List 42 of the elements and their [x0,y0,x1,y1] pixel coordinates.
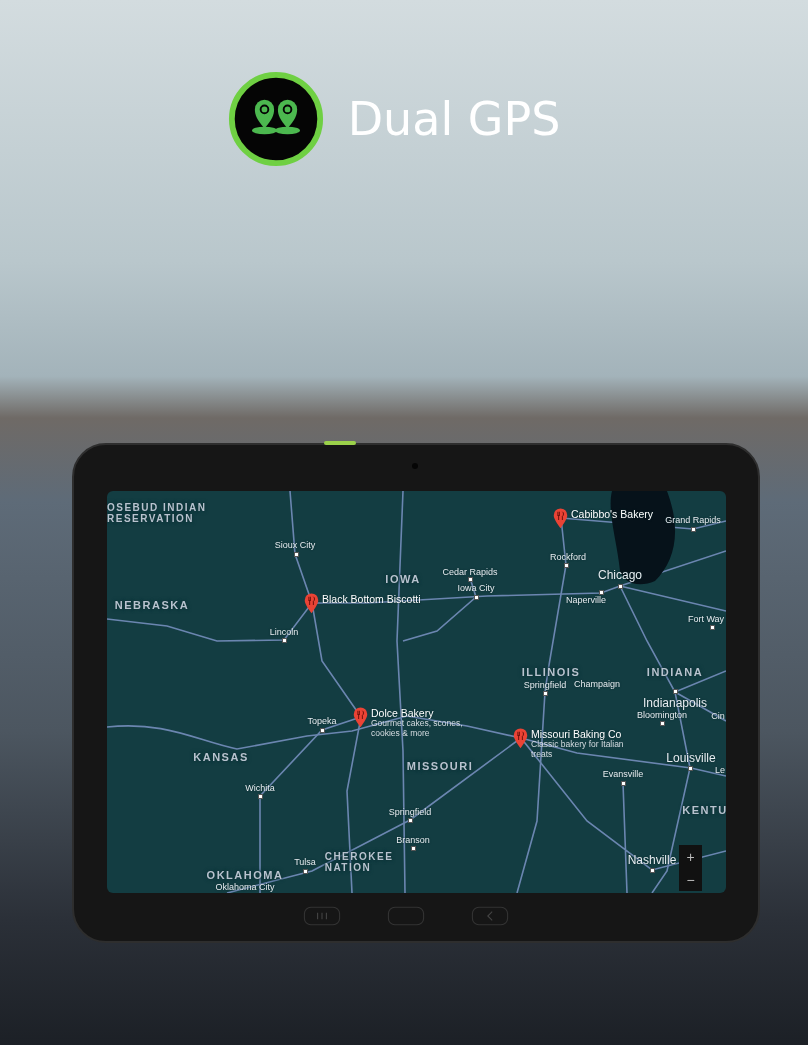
bakery-name[interactable]: Black Bottom Biscotti [322,593,421,605]
city-label: Cedar Rapids [442,567,498,577]
city-label: Topeka [307,716,337,726]
bakery-description: Classic bakery for Italian treats [531,740,625,759]
city-label: Tulsa [294,857,316,867]
city-label: Fort Way [687,614,725,624]
city-label: Naperville [566,595,606,605]
region-label: MISSOURI [406,760,474,772]
city-label: Cin [711,711,725,721]
app-title: Dual GPS [347,92,561,146]
city-label: Branson [396,835,430,845]
city-label: Springfield [388,807,432,817]
region-label: KANSAS [193,751,249,763]
city-label: Champaign [574,679,620,689]
region-label: NEBRASKA [114,599,190,611]
city-label: Oklahoma City [215,882,275,892]
city-label: Iowa City [457,583,495,593]
bakery-name[interactable]: Missouri Baking Co [531,728,635,740]
bakery-name[interactable]: Dolce Bakery [371,707,475,719]
city-label: Lincoln [269,627,299,637]
bakery-description: Gourmet cakes, scones, cookies & more [371,719,464,738]
restaurant-pin-icon[interactable] [513,728,528,749]
city-label: Sioux City [274,540,316,550]
restaurant-pin-icon[interactable] [553,508,568,529]
city-label: Evansville [602,769,644,779]
restaurant-pin-icon[interactable] [353,707,368,728]
city-label: Rockford [550,552,586,562]
city-label: Springfield [523,680,567,690]
city-label: Nashville [627,853,677,867]
city-label: Wichita [245,783,275,793]
city-label: Bloomington [637,710,687,720]
city-label: Indianapolis [642,696,708,710]
city-label: Louisville [666,751,716,765]
status-light [324,441,356,445]
dual-pin-logo-icon [227,71,324,167]
region-label: OKLAHOMA [206,869,284,881]
city-label: Chicago [598,568,642,582]
city-label: Le [715,765,725,775]
region-label: OSEBUD INDIAN RESERVATION [107,502,208,524]
city-label: Grand Rapids [665,515,721,525]
restaurant-pin-icon[interactable] [304,593,319,614]
bakery-name[interactable]: Cabibbo's Bakery [571,508,653,520]
